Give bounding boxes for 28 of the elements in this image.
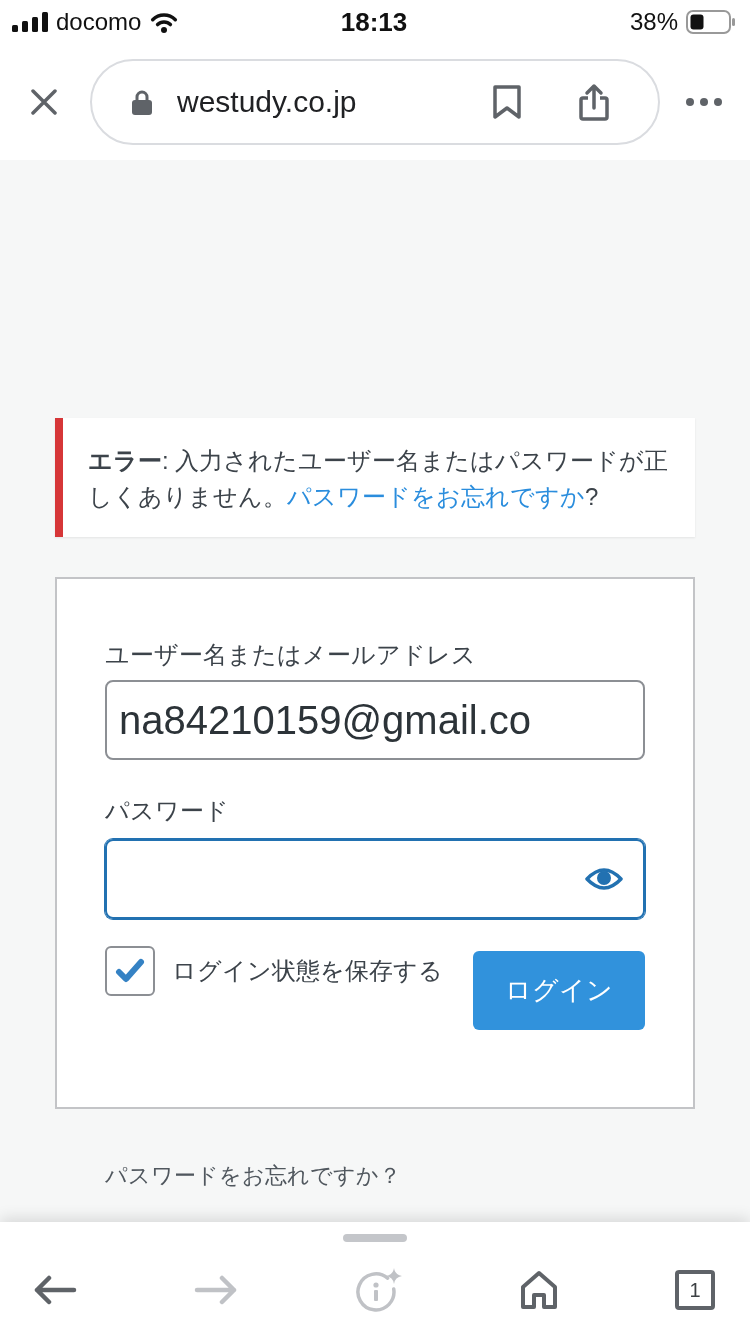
lost-password-link[interactable]: パスワードをお忘れですか [287,483,585,510]
battery-icon [686,10,736,34]
lock-icon [132,89,152,115]
tab-count-button[interactable]: 1 [675,1270,715,1310]
share-icon[interactable] [578,83,610,121]
close-icon[interactable] [31,89,57,115]
username-label: ユーザー名またはメールアドレス [105,640,477,670]
home-icon[interactable] [518,1270,559,1310]
eye-icon[interactable] [585,866,623,892]
sheet-handle[interactable] [343,1234,407,1242]
checkmark-icon [115,958,145,984]
battery-percent: 38% [629,8,678,36]
back-arrow-icon[interactable] [33,1275,77,1305]
more-menu-icon[interactable] [686,98,722,106]
remember-label: ログイン状態を保存する [172,956,443,986]
password-label: パスワード [105,796,230,826]
wifi-icon [149,11,180,33]
password-field[interactable] [105,839,645,919]
carrier-name: docomo [56,8,142,36]
bookmark-icon[interactable] [492,85,522,119]
remember-checkbox[interactable] [105,946,155,996]
address-bar[interactable]: westudy.co.jp [90,59,660,145]
username-field[interactable]: na84210159@gmail.co [105,680,645,760]
forgot-password-link[interactable]: パスワードをお忘れですか？ [105,1159,695,1193]
signal-icon [12,12,48,32]
url-text: westudy.co.jp [177,85,357,119]
clock-time: 18:13 [340,6,408,38]
error-message: エラー: 入力されたユーザー名またはパスワードが正しくありません。パスワードをお忘れですか? [88,446,670,512]
